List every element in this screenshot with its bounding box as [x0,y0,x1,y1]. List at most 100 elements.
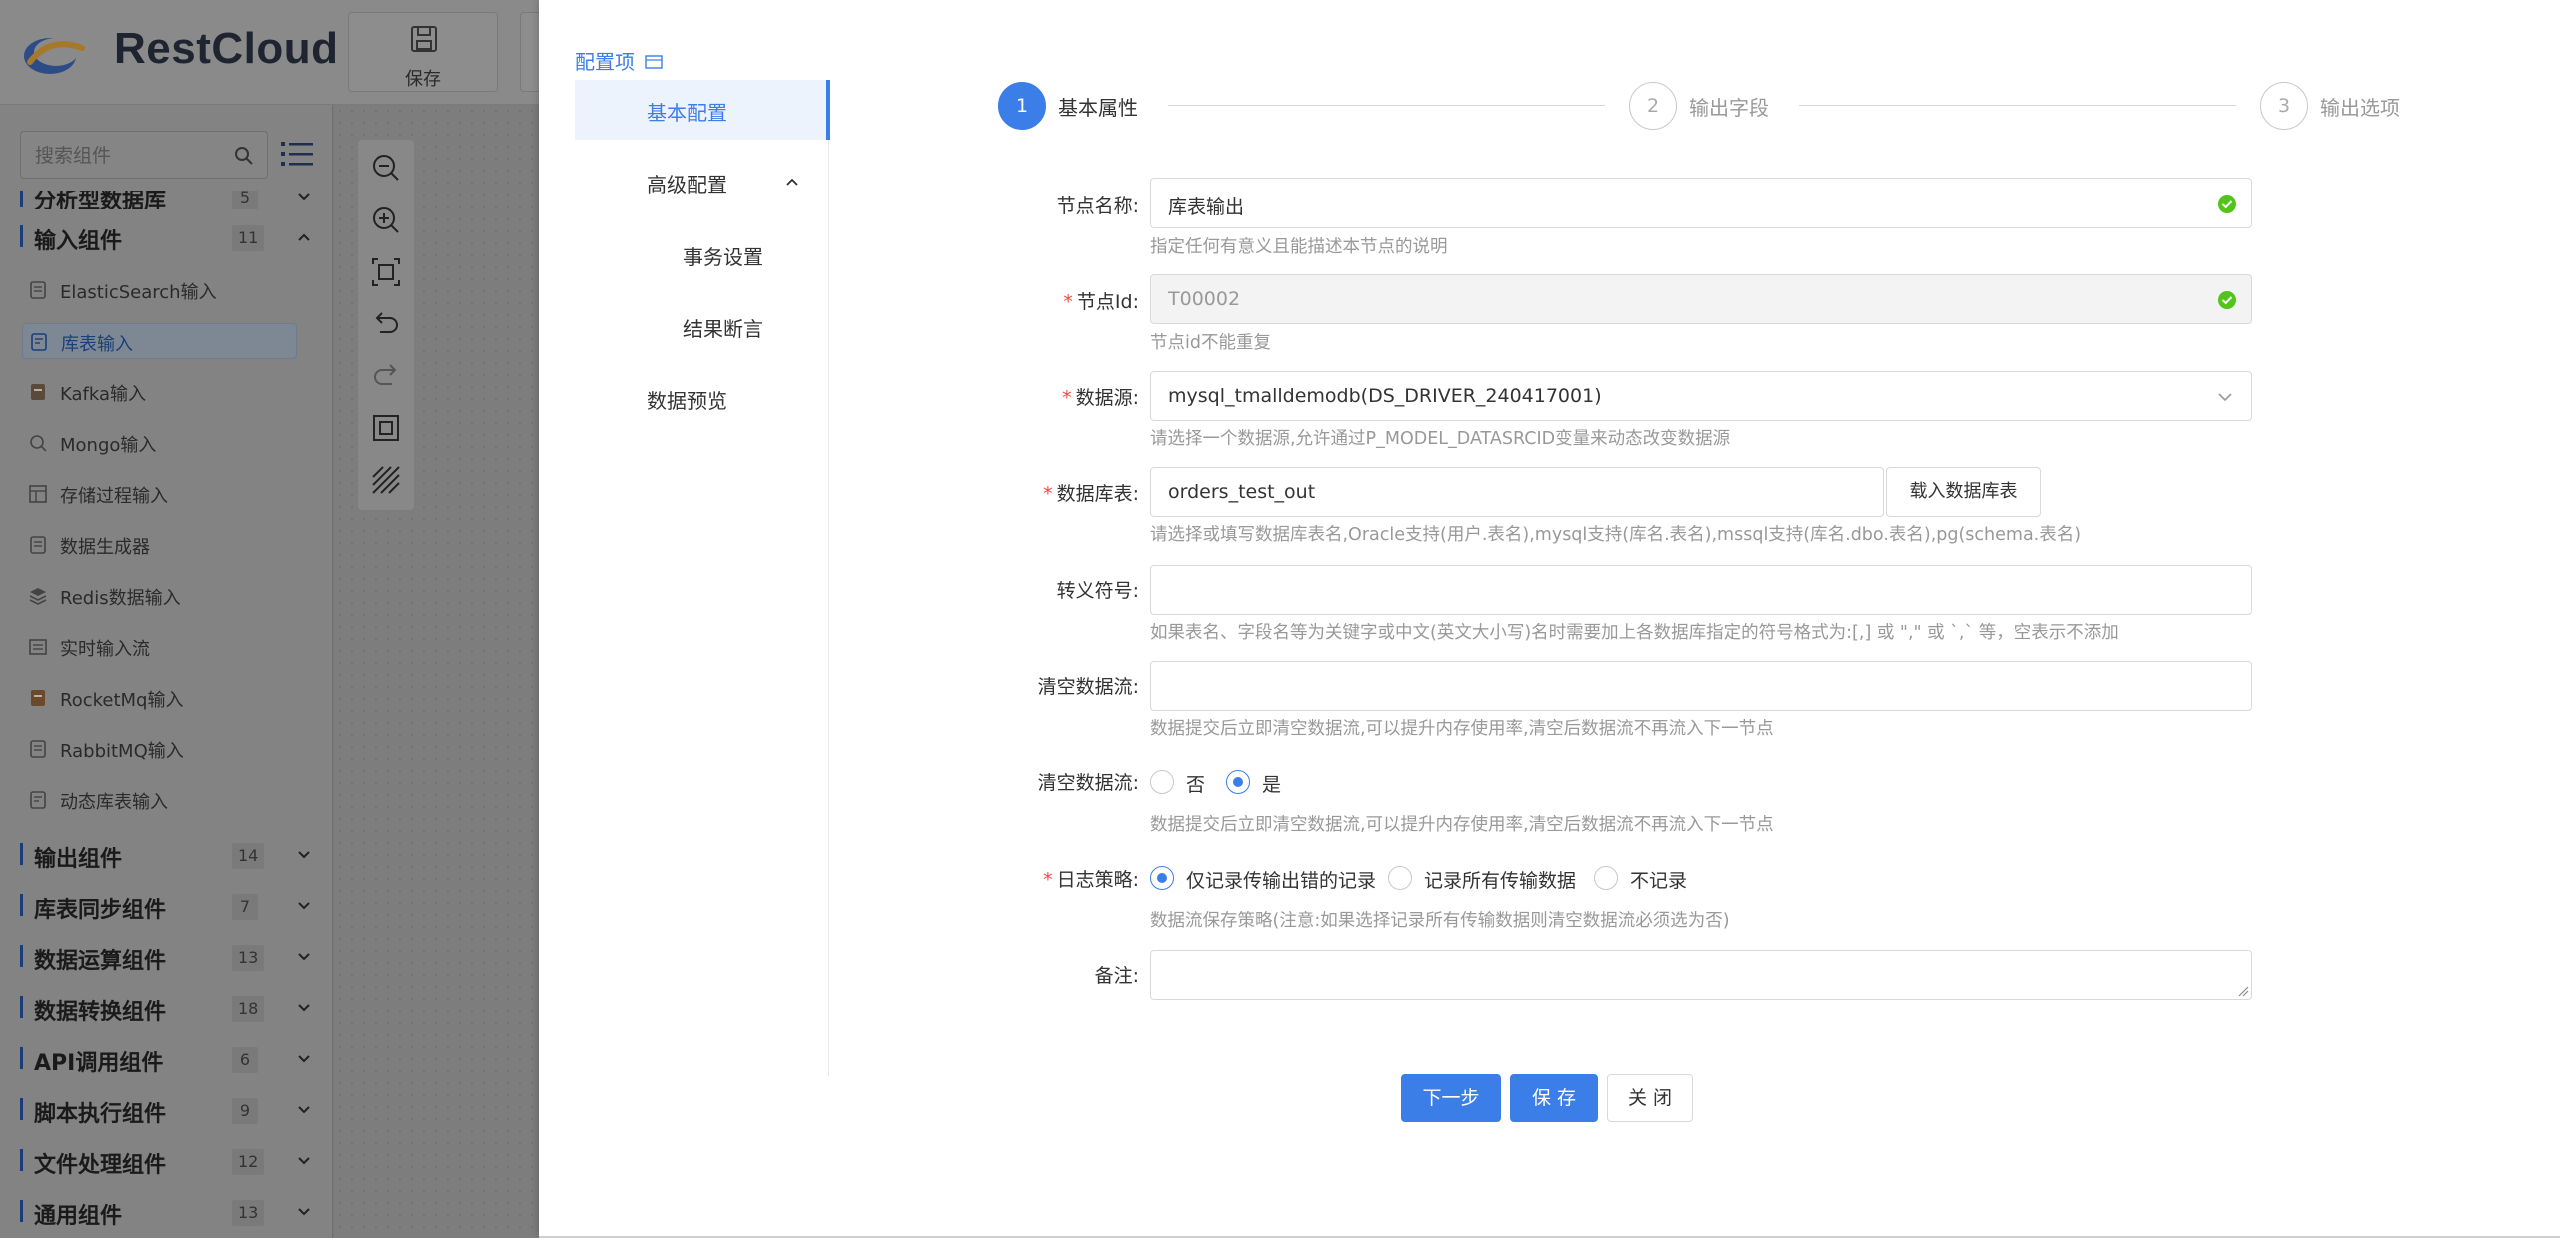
step-2-circle[interactable]: 2 [1629,82,1677,130]
category-name: 库表同步组件 [34,898,167,923]
label-text: 备注: [1094,965,1139,987]
category-compute[interactable]: 数据运算组件 13 [20,937,310,977]
toolbar-save-button[interactable]: 保存 [348,12,498,92]
category-api[interactable]: API调用组件 6 [20,1039,310,1079]
next-step-button[interactable]: 下一步 [1401,1074,1501,1122]
category-marker [20,945,23,967]
label-text: 数据库表: [1056,483,1139,505]
category-output[interactable]: 输出组件 14 [20,835,310,875]
step-3-circle[interactable]: 3 [2260,82,2308,130]
menu-transaction-settings[interactable]: 事务设置 [575,224,829,284]
escape-input[interactable] [1150,565,2252,615]
clear-stream-input[interactable] [1150,661,2252,711]
component-item-rabbitmq[interactable]: RabbitMQ输入 [22,731,297,767]
category-analytics-db[interactable]: 分析型数据库 5 [20,191,310,209]
component-item-dynamic-table[interactable]: 动态库表输入 [22,782,297,818]
step-2-label[interactable]: 输出字段 [1689,92,1769,121]
label-text: 日志策略: [1056,869,1139,891]
zoom-out-icon[interactable] [370,152,402,184]
log-none-radio[interactable]: 不记录 [1594,862,1694,892]
component-item-rocketmq[interactable]: RocketMq输入 [22,680,297,716]
category-transform[interactable]: 数据转换组件 18 [20,988,310,1028]
label-text: 清空数据流: [1037,772,1139,794]
log-error-only-radio[interactable]: 仅记录传输出错的记录 [1150,862,1376,892]
redo-icon[interactable] [370,360,402,392]
step-1-circle[interactable]: 1 [998,82,1046,130]
step-1-label[interactable]: 基本属性 [1058,92,1138,121]
category-table-sync[interactable]: 库表同步组件 7 [20,886,310,926]
category-count: 12 [232,1149,265,1175]
component-label: ElasticSearch输入 [60,282,217,303]
chevron-down-icon [298,193,310,201]
menu-basic-config[interactable]: 基本配置 [575,80,830,140]
step-connector [1799,105,2236,106]
save-button[interactable]: 保 存 [1510,1074,1598,1122]
component-label: 实时输入流 [60,639,150,660]
component-search[interactable] [20,131,268,179]
clear-stream-yes-radio[interactable]: 是 [1226,766,1286,796]
component-item-stream[interactable]: 实时输入流 [22,629,297,665]
category-marker [20,1200,23,1222]
category-general[interactable]: 通用组件 13 [20,1192,310,1232]
menu-result-assertion[interactable]: 结果断言 [575,296,829,356]
radio-label: 是 [1262,774,1282,796]
menu-data-preview[interactable]: 数据预览 [575,368,829,428]
clear-stream-radio-help: 数据提交后立即清空数据流,可以提升内存使用率,清空后数据流不再流入下一节点 [1150,815,1774,835]
component-item-kafka[interactable]: Kafka输入 [22,374,297,410]
component-item-redis[interactable]: Redis数据输入 [22,578,297,614]
radio-circle[interactable] [1150,866,1174,890]
fullscreen-icon[interactable] [370,412,402,444]
radio-circle[interactable] [1150,770,1174,794]
table-input[interactable]: orders_test_out [1150,467,1884,517]
component-item-mongo[interactable]: Mongo输入 [22,425,297,461]
chevron-down-icon [298,1208,310,1216]
escape-help: 如果表名、字段名等为关键字或中文(英文大小写)名时需要加上各数据库指定的符号格式… [1150,623,2119,643]
node-name-input[interactable]: 库表输出 [1150,178,2252,228]
category-input[interactable]: 输入组件 11 [20,217,310,257]
step-3-label[interactable]: 输出选项 [2320,92,2400,121]
fit-view-icon[interactable] [370,256,402,288]
list-view-icon[interactable] [281,139,313,169]
datasource-label: * 数据源: [979,383,1139,410]
chevron-down-icon [298,953,310,961]
category-name: 脚本执行组件 [34,1102,167,1127]
radio-circle[interactable] [1594,866,1618,890]
category-name: 输入组件 [34,229,123,254]
datasource-select[interactable]: mysql_tmalldemodb(DS_DRIVER_240417001) [1150,371,2252,421]
resize-handle-icon[interactable] [2237,985,2249,997]
close-button[interactable]: 关 闭 [1607,1074,1693,1122]
component-item-table-input[interactable]: 库表输入 [22,323,297,359]
remark-textarea[interactable] [1150,950,2252,1000]
clear-stream-no-radio[interactable]: 否 [1150,766,1210,796]
chevron-down-icon [298,851,310,859]
undo-icon[interactable] [370,308,402,340]
node-id-help: 节点id不能重复 [1150,333,1271,353]
category-count: 6 [232,1047,258,1073]
category-marker [20,1047,23,1069]
component-item-generator[interactable]: 数据生成器 [22,527,297,563]
menu-advanced-config[interactable]: 高级配置 [575,152,829,212]
component-item-elasticsearch[interactable]: ElasticSearch输入 [22,272,297,308]
zoom-in-icon[interactable] [370,204,402,236]
category-count: 7 [232,894,258,920]
menu-label: 事务设置 [683,245,763,269]
category-script[interactable]: 脚本执行组件 9 [20,1090,310,1130]
chevron-down-icon [298,1106,310,1114]
menu-label: 结果断言 [683,317,763,341]
component-label: 动态库表输入 [60,792,168,813]
category-name: 分析型数据库 [34,191,167,209]
category-file[interactable]: 文件处理组件 12 [20,1141,310,1181]
radio-label: 记录所有传输数据 [1424,870,1577,892]
save-icon [411,26,437,52]
radio-circle[interactable] [1388,866,1412,890]
log-all-radio[interactable]: 记录所有传输数据 [1388,862,1588,892]
component-search-input[interactable] [35,142,235,170]
grid-pattern-icon[interactable] [370,464,402,496]
top-bar: RestCloud 保存 [0,0,550,105]
log-policy-label: * 日志策略: [979,865,1139,892]
search-icon[interactable] [233,145,255,167]
category-marker [20,1149,23,1171]
component-item-procedure[interactable]: 存储过程输入 [22,476,297,512]
load-table-button[interactable]: 载入数据库表 [1886,467,2041,517]
radio-circle[interactable] [1226,770,1250,794]
